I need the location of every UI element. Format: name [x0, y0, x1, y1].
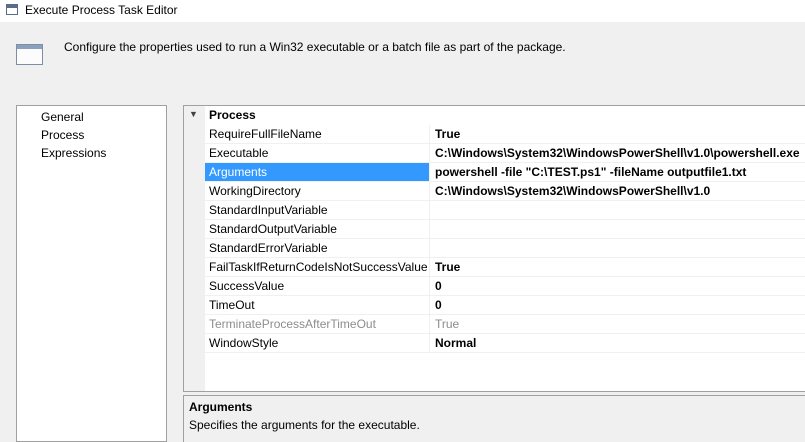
property-row-workingdirectory[interactable]: WorkingDirectory C:\Windows\System32\Win…	[205, 182, 805, 201]
property-name[interactable]: WorkingDirectory	[205, 182, 430, 200]
title-bar: Execute Process Task Editor	[0, 0, 805, 22]
property-value[interactable]: True	[431, 315, 805, 333]
property-row-standardoutputvariable[interactable]: StandardOutputVariable	[205, 220, 805, 239]
help-title: Arguments	[189, 400, 253, 414]
property-name[interactable]: WindowStyle	[205, 334, 430, 352]
property-value[interactable]: 0	[431, 296, 805, 314]
property-value[interactable]	[431, 239, 805, 257]
property-row-standardinputvariable[interactable]: StandardInputVariable	[205, 201, 805, 220]
property-value[interactable]	[431, 220, 805, 238]
property-value[interactable]	[431, 201, 805, 219]
editor-header: Configure the properties used to run a W…	[0, 22, 805, 80]
property-name[interactable]: RequireFullFileName	[205, 125, 430, 143]
collapse-icon[interactable]: ▼	[189, 109, 198, 119]
property-value[interactable]: True	[431, 125, 805, 143]
property-row-requirefullfilename[interactable]: RequireFullFileName True	[205, 125, 805, 144]
nav-item-expressions[interactable]: Expressions	[41, 144, 106, 162]
property-name[interactable]: TimeOut	[205, 296, 430, 314]
property-name[interactable]: StandardInputVariable	[205, 201, 430, 219]
property-value[interactable]: True	[431, 258, 805, 276]
header-description: Configure the properties used to run a W…	[64, 40, 566, 54]
property-row-failtaskifreturncodeisnotsuccessvalue[interactable]: FailTaskIfReturnCodeIsNotSuccessValue Tr…	[205, 258, 805, 277]
property-name[interactable]: Executable	[205, 144, 430, 162]
window-title: Execute Process Task Editor	[25, 3, 178, 17]
task-window-icon	[16, 44, 43, 65]
category-label: Process	[209, 108, 256, 122]
property-row-timeout[interactable]: TimeOut 0	[205, 296, 805, 315]
property-name[interactable]: StandardErrorVariable	[205, 239, 430, 257]
property-row-executable[interactable]: Executable C:\Windows\System32\WindowsPo…	[205, 144, 805, 163]
property-row-windowstyle[interactable]: WindowStyle Normal	[205, 334, 805, 353]
property-row-standarderrorvariable[interactable]: StandardErrorVariable	[205, 239, 805, 258]
property-value[interactable]: powershell -file "C:\TEST.ps1" -fileName…	[431, 163, 805, 181]
property-name[interactable]: StandardOutputVariable	[205, 220, 430, 238]
property-name[interactable]: SuccessValue	[205, 277, 430, 295]
property-value[interactable]: C:\Windows\System32\WindowsPowerShell\v1…	[431, 144, 805, 162]
page-nav-list: General Process Expressions	[16, 105, 167, 442]
property-name[interactable]: Arguments	[205, 163, 430, 181]
property-row-terminateprocessaftertimeout[interactable]: TerminateProcessAfterTimeOut True	[205, 315, 805, 334]
category-row-process[interactable]: ▼ Process	[184, 106, 805, 125]
property-row-arguments[interactable]: Arguments powershell -file "C:\TEST.ps1"…	[205, 163, 805, 182]
nav-item-process[interactable]: Process	[41, 126, 84, 144]
property-value[interactable]: 0	[431, 277, 805, 295]
nav-item-general[interactable]: General	[41, 108, 84, 126]
property-value[interactable]: Normal	[431, 334, 805, 352]
grid-gutter	[184, 106, 205, 391]
app-window-icon	[6, 4, 18, 15]
property-row-successvalue[interactable]: SuccessValue 0	[205, 277, 805, 296]
property-name[interactable]: FailTaskIfReturnCodeIsNotSuccessValue	[205, 258, 430, 276]
property-help-panel: Arguments Specifies the arguments for th…	[183, 395, 805, 442]
property-grid: ▼ Process RequireFullFileName True Execu…	[183, 105, 805, 392]
property-name[interactable]: TerminateProcessAfterTimeOut	[205, 315, 430, 333]
help-description: Specifies the arguments for the executab…	[189, 418, 420, 432]
property-value[interactable]: C:\Windows\System32\WindowsPowerShell\v1…	[431, 182, 805, 200]
